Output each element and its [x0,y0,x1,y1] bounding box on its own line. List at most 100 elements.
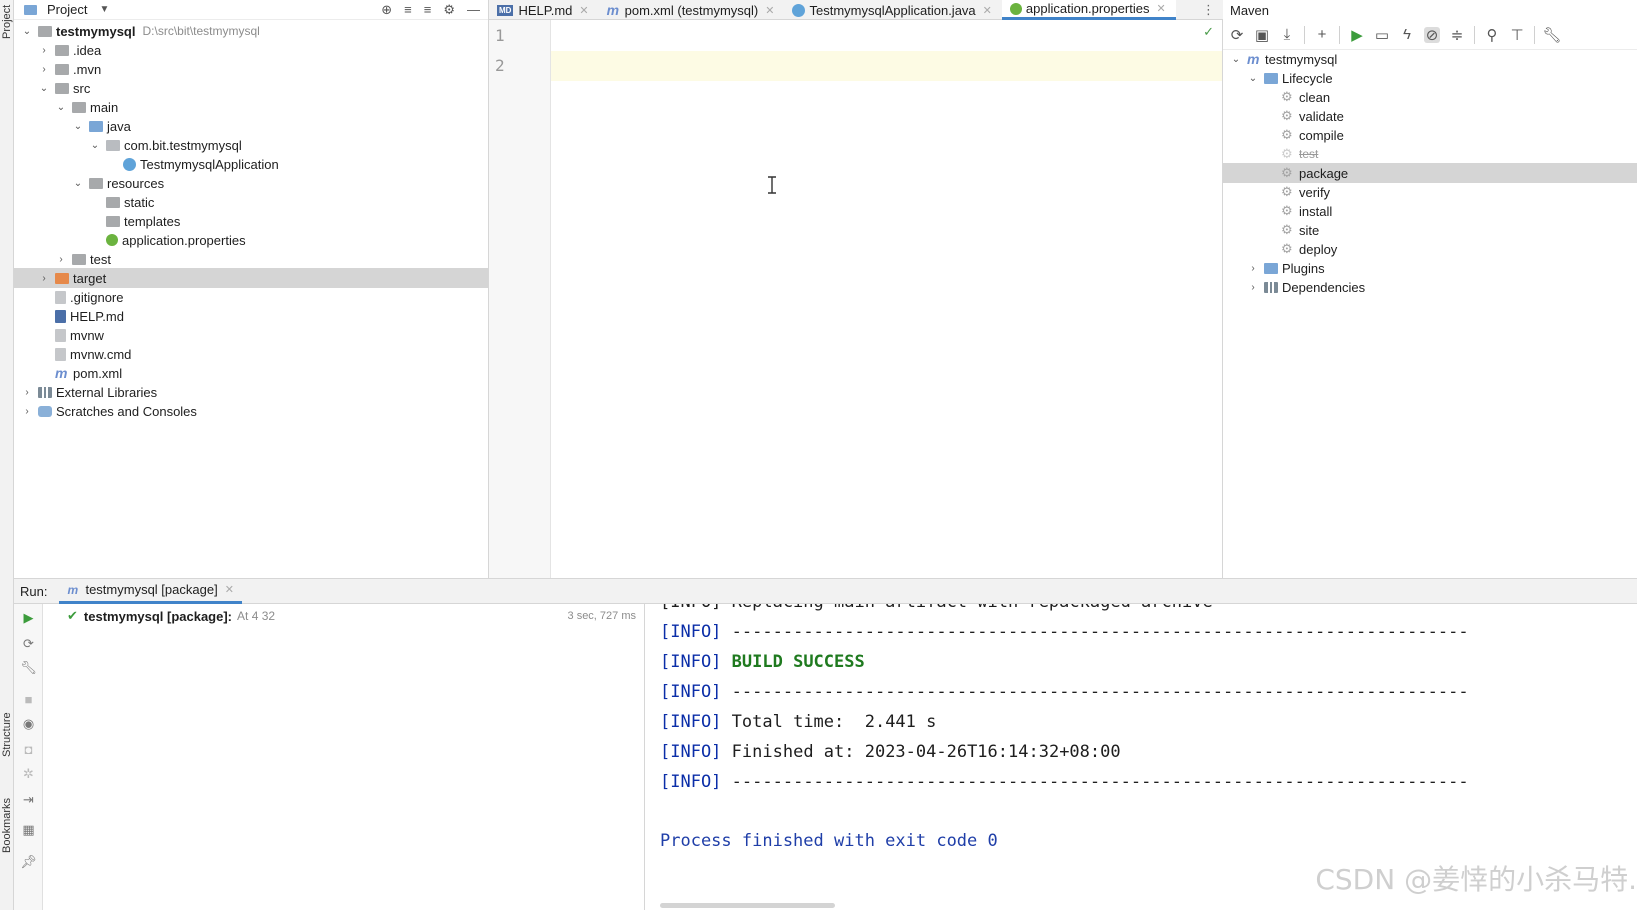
expand-all-icon[interactable]: ≡ [404,2,412,18]
chevron-down-icon[interactable]: ⌄ [20,26,34,37]
chevron-right-icon[interactable]: › [37,64,51,75]
tree-item-testmymysql[interactable]: ⌄ testmymysql D:\src\bit\testmymysql [14,21,488,41]
maven-goal-verify[interactable]: ⚙ verify [1223,182,1637,202]
chevron-down-icon[interactable]: ⌄ [54,102,68,113]
tab-pom-xml[interactable]: m pom.xml (testmymysql) ✕ [599,0,785,20]
reload-icon[interactable]: ⟳ [1229,27,1245,44]
chevron-right-icon[interactable]: › [37,45,51,56]
rerun-icon[interactable]: ▶ [14,610,43,626]
gear-icon: ⚙ [1281,108,1293,123]
tree-item-target[interactable]: › target [14,268,488,288]
skip-tests-icon[interactable]: ⊘ [1424,26,1440,44]
eye-icon[interactable]: ◉ [14,716,43,732]
download-icon[interactable]: ⤓ [1279,26,1295,43]
maven-goal-compile[interactable]: ⚙ compile [1223,125,1637,145]
tree-item-gitignore[interactable]: .gitignore [14,287,488,307]
tree-item-label: .gitignore [70,289,124,305]
chevron-right-icon[interactable]: › [1246,263,1260,274]
tab-help-md[interactable]: MD HELP.md ✕ [489,0,599,20]
wrench-icon[interactable]: 🔧︎ [1542,27,1561,44]
maven-goal-clean[interactable]: ⚙ clean [1223,87,1637,107]
structure-tool-button[interactable]: Structure [0,700,14,770]
show-dependencies-icon[interactable]: ⚲ [1484,27,1500,44]
tree-item-main[interactable]: ⌄ main [14,97,488,117]
pin-icon[interactable]: 📌︎ [14,854,43,870]
chevron-right-icon[interactable]: › [37,273,51,284]
tree-item-mvn[interactable]: › .mvn [14,59,488,79]
run-toolbar: ▶ ⟳ 🔧︎ ■ ◉ ◘ ✲ ⇥ ▦ 📌︎ [14,604,43,910]
maven-goal-install[interactable]: ⚙ install [1223,201,1637,221]
add-folder-icon[interactable]: ▣ [1254,27,1270,44]
maven-plugins[interactable]: › Plugins [1223,258,1637,278]
close-icon[interactable]: ✕ [765,4,774,17]
tree-item-pom-xml[interactable]: m pom.xml [14,363,488,383]
maven-goal-validate[interactable]: ⚙ validate [1223,106,1637,126]
camera-icon[interactable]: ◘ [14,742,43,757]
maven-goal-package[interactable]: ⚙ package [1223,163,1637,183]
tab-application-java[interactable]: TestmymysqlApplication.java ✕ [784,0,1001,20]
chevron-down-icon[interactable]: ⌄ [71,178,85,189]
collapse-all-icon[interactable]: ≡ [424,2,432,18]
chevron-right-icon[interactable]: › [20,406,34,417]
run-icon[interactable]: ▶ [1349,27,1365,44]
locate-icon[interactable]: ⊕ [381,2,392,18]
tree-item-src[interactable]: ⌄ src [14,78,488,98]
tree-item-idea[interactable]: › .idea [14,40,488,60]
chevron-down-icon[interactable]: ⌄ [71,121,85,132]
close-icon[interactable]: ✕ [579,4,588,17]
chevron-down-icon[interactable]: ⌄ [1229,54,1243,65]
more-tabs-icon[interactable]: ⋮ [1202,0,1223,19]
bookmarks-tool-button[interactable]: Bookmarks [0,790,14,860]
layout-icon[interactable]: ▦ [14,822,43,838]
tree-item-mvnw[interactable]: mvnw [14,325,488,345]
import-icon[interactable]: ⇥ [14,792,43,808]
chevron-right-icon[interactable]: › [54,254,68,265]
tree-item-java[interactable]: ⌄ java [14,116,488,136]
tab-application-properties[interactable]: application.properties ✕ [1001,0,1176,20]
maven-project-root[interactable]: ⌄ m testmymysql [1223,49,1637,69]
chevron-down-icon[interactable]: ⌄ [1246,73,1260,84]
tree-item-static[interactable]: static [14,192,488,212]
expand-icon[interactable]: ⊤ [1509,27,1525,44]
run-tab-package[interactable]: m testmymysql [package] ✕ [59,578,242,604]
collapse-icon[interactable]: ≑ [1449,27,1465,44]
tree-item-application-class[interactable]: TestmymysqlApplication [14,154,488,174]
tree-item-resources[interactable]: ⌄ resources [14,173,488,193]
goal-label: validate [1299,108,1344,124]
tree-item-scratches[interactable]: › Scratches and Consoles [14,401,488,421]
horizontal-scrollbar[interactable] [660,903,835,908]
maven-goal-deploy[interactable]: ⚙ deploy [1223,239,1637,259]
tree-item-test[interactable]: › test [14,249,488,269]
toggle-offline-icon[interactable]: ϟ [1399,26,1415,43]
run-tree-item[interactable]: ✔ testmymysql [package]: At 4 32 [67,608,275,624]
chevron-down-icon[interactable]: ⌄ [37,83,51,94]
maven-dependencies[interactable]: › Dependencies [1223,277,1637,297]
tree-item-mvnw-cmd[interactable]: mvnw.cmd [14,344,488,364]
tree-item-templates[interactable]: templates [14,211,488,231]
chevron-right-icon[interactable]: › [20,387,34,398]
execute-goal-icon[interactable]: ▭ [1374,27,1390,44]
tree-item-application-properties[interactable]: application.properties [14,230,488,250]
close-icon[interactable]: ✕ [225,583,234,596]
tree-item-external-libraries[interactable]: › External Libraries [14,382,488,402]
add-icon[interactable]: + [1314,26,1330,43]
close-icon[interactable]: ✕ [1156,2,1165,15]
rerun-failed-icon[interactable]: ⟳ [14,636,43,652]
chevron-right-icon[interactable]: › [1246,282,1260,293]
tree-item-package[interactable]: ⌄ com.bit.testmymysql [14,135,488,155]
code-editor[interactable]: 1 2 ✓ [489,20,1223,578]
close-icon[interactable]: ✕ [983,4,992,17]
project-tool-button[interactable]: Project [0,2,14,42]
chevron-down-icon[interactable]: ⌄ [88,140,102,151]
chevron-down-icon[interactable]: ▼ [99,4,109,15]
project-view-selector[interactable]: Project [47,2,87,17]
wrench-icon[interactable]: 🔧︎ [14,660,43,676]
stop-icon[interactable]: ■ [14,692,43,707]
maven-goal-test[interactable]: ⚙ test [1223,144,1637,164]
tree-item-help-md[interactable]: HELP.md [14,306,488,326]
maven-lifecycle[interactable]: ⌄ Lifecycle [1223,68,1637,88]
gear-icon[interactable]: ⚙ [443,2,455,18]
minimize-icon[interactable]: — [467,2,480,18]
settings-icon[interactable]: ✲ [14,766,43,782]
maven-goal-site[interactable]: ⚙ site [1223,220,1637,240]
